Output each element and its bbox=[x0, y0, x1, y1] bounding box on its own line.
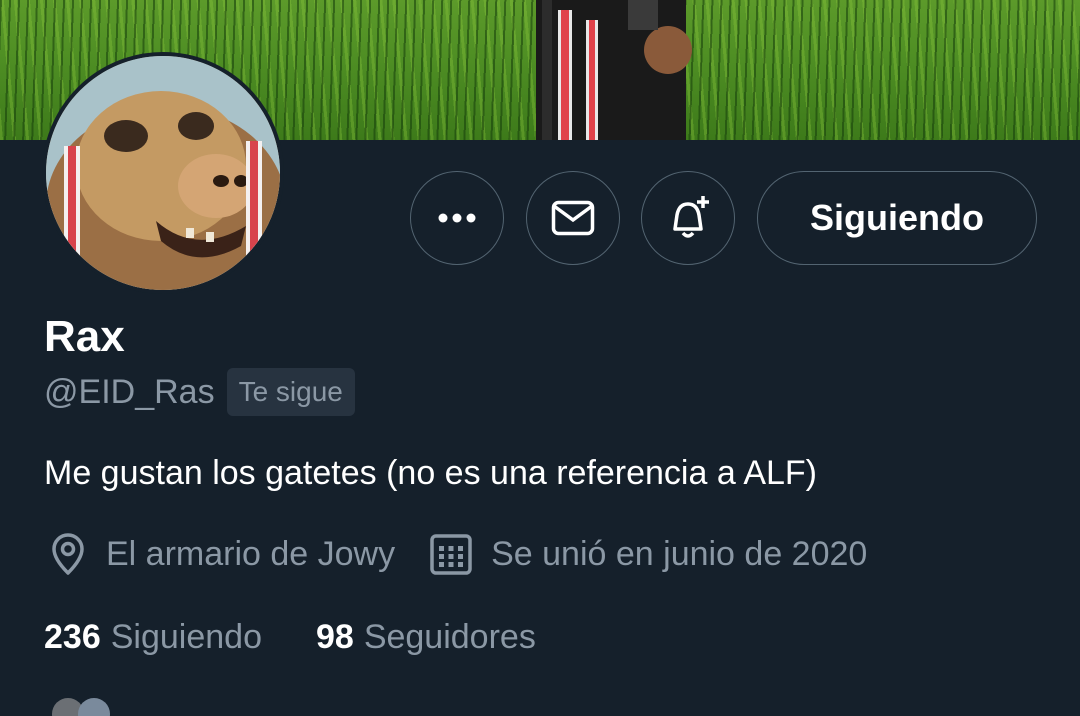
joined-item: Se unió en junio de 2020 bbox=[429, 532, 867, 576]
following-button[interactable]: Siguiendo bbox=[757, 171, 1037, 265]
message-button[interactable] bbox=[526, 171, 620, 265]
calendar-icon bbox=[430, 534, 472, 575]
envelope-icon bbox=[551, 200, 595, 236]
profile-name: Rax bbox=[44, 312, 125, 361]
more-options-button[interactable] bbox=[410, 171, 504, 265]
banner-figure-image bbox=[536, 0, 692, 140]
follows-you-badge: Te sigue bbox=[226, 368, 355, 416]
handle-row: @EID_Ras Te sigue bbox=[44, 368, 355, 416]
profile-stats: 236 Siguiendo 98 Seguidores bbox=[44, 618, 590, 657]
profile-meta: El armario de Jowy Se unió en junio de 2… bbox=[48, 532, 867, 576]
following-label: Siguiendo bbox=[110, 618, 262, 656]
followed-by-avatars[interactable] bbox=[50, 696, 130, 716]
followers-stat-link[interactable]: 98 Seguidores bbox=[316, 618, 536, 657]
joined-text: Se unió en junio de 2020 bbox=[491, 534, 868, 573]
location-item: El armario de Jowy bbox=[48, 532, 395, 576]
alf-avatar-image bbox=[46, 56, 280, 290]
profile-avatar[interactable] bbox=[42, 52, 284, 294]
following-button-label: Siguiendo bbox=[810, 197, 984, 238]
profile-bio: Me gustan los gatetes (no es una referen… bbox=[44, 454, 818, 492]
following-count: 236 bbox=[44, 618, 101, 656]
profile-handle: @EID_Ras bbox=[44, 372, 215, 411]
bell-plus-icon bbox=[673, 196, 709, 238]
followers-label: Seguidores bbox=[363, 618, 536, 656]
followers-count: 98 bbox=[315, 618, 354, 656]
location-text: El armario de Jowy bbox=[106, 534, 396, 573]
notifications-button[interactable] bbox=[641, 171, 735, 265]
more-horizontal-icon bbox=[438, 213, 476, 223]
following-stat-link[interactable]: 236 Siguiendo bbox=[44, 618, 262, 657]
map-pin-icon bbox=[52, 533, 84, 575]
